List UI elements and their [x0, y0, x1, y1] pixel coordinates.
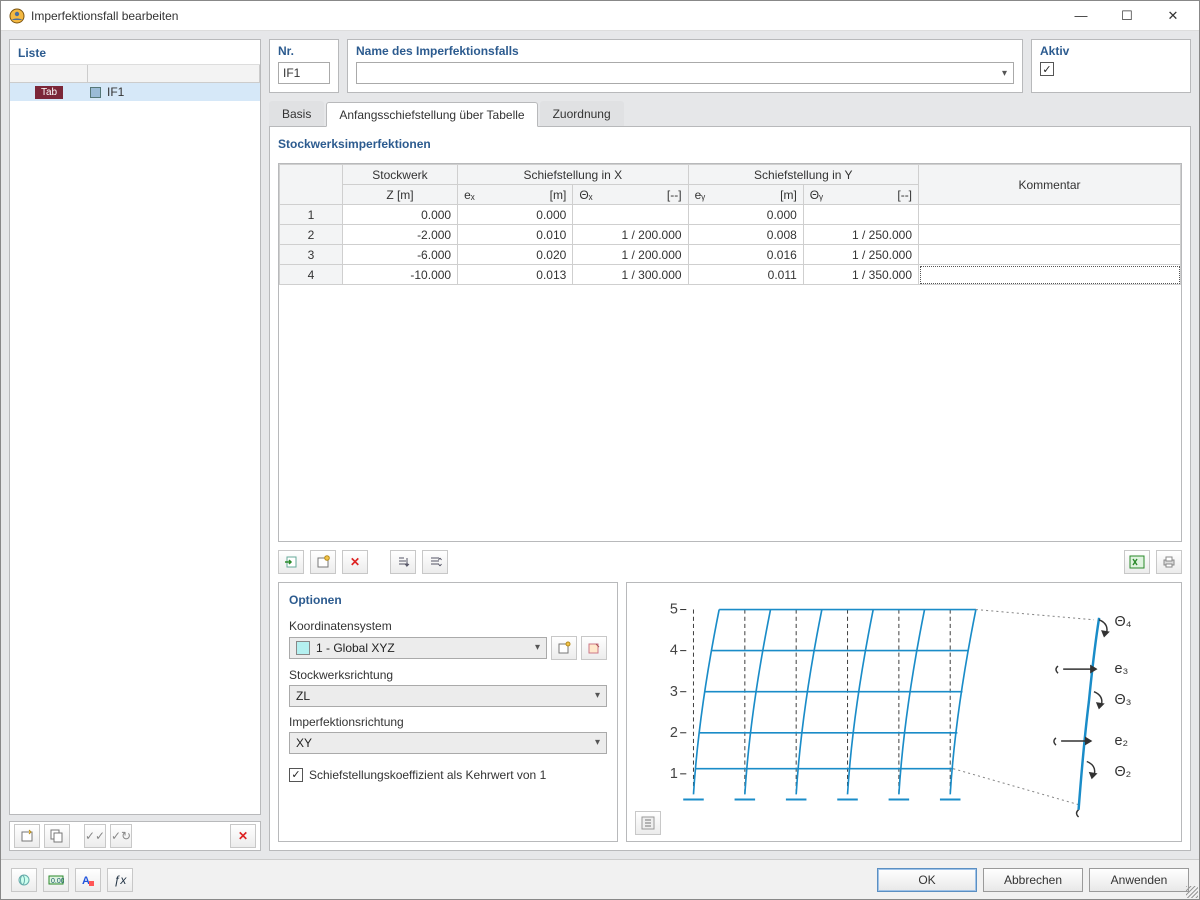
close-icon[interactable]: ✕ [1159, 8, 1187, 24]
check-all-button[interactable]: ✓✓ [84, 824, 106, 848]
import-button[interactable] [278, 550, 304, 574]
chevron-down-icon: ▾ [535, 642, 540, 653]
sort-down-button[interactable] [390, 550, 416, 574]
imp-dir-combo[interactable]: XY▾ [289, 732, 607, 754]
titlebar: Imperfektionsfall bearbeiten ― ☐ ✕ [1, 1, 1199, 31]
dialog-window: Imperfektionsfall bearbeiten ― ☐ ✕ Liste… [0, 0, 1200, 900]
svg-text:5: 5 [670, 601, 678, 617]
minimize-icon[interactable]: ― [1067, 8, 1095, 24]
new-coord-button[interactable] [551, 636, 577, 660]
tab-chip: Tab [35, 86, 63, 99]
delete-row-button[interactable]: ✕ [342, 550, 368, 574]
nr-label: Nr. [278, 44, 330, 58]
tab-assignment[interactable]: Zuordnung [540, 101, 624, 126]
fx-button[interactable]: ƒx [107, 868, 133, 892]
new-item-button[interactable] [14, 824, 40, 848]
svg-text:4: 4 [670, 642, 678, 658]
table-row[interactable]: 2-2.0000.0101 / 200.0000.0081 / 250.000 [280, 225, 1181, 245]
col-ey: eᵧ[m] [688, 185, 803, 205]
tab-table[interactable]: Anfangsschiefstellung über Tabelle [326, 102, 537, 127]
svg-text:0.00: 0.00 [51, 878, 64, 885]
svg-text:3: 3 [670, 683, 678, 699]
col-schief-y: Schiefstellung in Y [688, 165, 918, 185]
svg-text:Θ₂: Θ₂ [1115, 763, 1132, 779]
col-ex: eₓ[m] [458, 185, 573, 205]
diagram-settings-button[interactable] [635, 811, 661, 835]
table-row[interactable]: 3-6.0000.0201 / 200.0000.0161 / 250.000 [280, 245, 1181, 265]
imperfection-diagram: 5 4 3 2 1 [637, 589, 1171, 835]
svg-text:2: 2 [670, 724, 678, 740]
window-title: Imperfektionsfall bearbeiten [31, 9, 1067, 23]
apply-button[interactable]: Anwenden [1089, 868, 1189, 892]
table-row[interactable]: 10.0000.0000.000 [280, 205, 1181, 225]
delete-item-button[interactable]: ✕ [230, 824, 256, 848]
print-button[interactable] [1156, 550, 1182, 574]
chevron-down-icon: ▾ [998, 68, 1011, 79]
svg-text:e₂: e₂ [1115, 733, 1129, 749]
sort-updown-button[interactable] [422, 550, 448, 574]
col-schief-x: Schiefstellung in X [458, 165, 688, 185]
storey-dir-combo[interactable]: ZL▾ [289, 685, 607, 707]
svg-text:A: A [82, 875, 90, 887]
list-body: Tab IF1 [10, 64, 260, 814]
name-combo[interactable]: ▾ [356, 62, 1014, 84]
list-item[interactable]: Tab IF1 [10, 83, 260, 101]
coord-label: Koordinatensystem [289, 619, 607, 633]
reciprocal-checkbox[interactable]: ✓ [289, 768, 303, 782]
aktiv-label: Aktiv [1040, 44, 1182, 58]
help-button[interactable] [11, 868, 37, 892]
ok-button[interactable]: OK [877, 868, 977, 892]
edit-coord-button[interactable] [581, 636, 607, 660]
chevron-down-icon: ▾ [595, 690, 600, 701]
section-header: Stockwerksimperfektionen [278, 135, 1182, 155]
diagram-box: 5 4 3 2 1 [626, 582, 1182, 842]
col-thetax: Θₓ[--] [573, 185, 688, 205]
tab-basis[interactable]: Basis [269, 101, 324, 126]
app-icon [9, 8, 25, 24]
cancel-button[interactable]: Abbrechen [983, 868, 1083, 892]
svg-text:e₃: e₃ [1115, 661, 1129, 677]
svg-text:Θ₄: Θ₄ [1115, 614, 1132, 630]
chevron-down-icon: ▾ [595, 737, 600, 748]
col-kommentar: Kommentar [919, 165, 1181, 205]
item-color-icon [90, 87, 101, 98]
table-row[interactable]: 4-10.0000.0131 / 300.0000.0111 / 350.000 [280, 265, 1181, 285]
coord-color-icon [296, 641, 310, 655]
new-row-button[interactable] [310, 550, 336, 574]
options-box: Optionen Koordinatensystem 1 - Global XY… [278, 582, 618, 842]
list-toolbar: ✓✓ ✓↻ ✕ [9, 821, 261, 851]
col-thetay: Θᵧ[--] [803, 185, 918, 205]
excel-export-button[interactable] [1124, 550, 1150, 574]
col-stockwerk: Stockwerk [342, 165, 457, 185]
refresh-check-button[interactable]: ✓↻ [110, 824, 132, 848]
aktiv-checkbox[interactable]: ✓ [1040, 62, 1054, 76]
options-header: Optionen [289, 591, 607, 611]
list-item-label: IF1 [107, 85, 124, 99]
footer: 0.00 A ƒx OK Abbrechen Anwenden [1, 859, 1199, 899]
imp-dir-label: Imperfektionsrichtung [289, 715, 607, 729]
maximize-icon[interactable]: ☐ [1113, 8, 1141, 24]
coord-combo[interactable]: 1 - Global XYZ ▾ [289, 637, 547, 659]
tabs: Basis Anfangsschiefstellung über Tabelle… [269, 101, 1191, 127]
copy-item-button[interactable] [44, 824, 70, 848]
name-label: Name des Imperfektionsfalls [356, 44, 1014, 58]
storey-dir-label: Stockwerksrichtung [289, 668, 607, 682]
col-z: Z [m] [342, 185, 457, 205]
font-button[interactable]: A [75, 868, 101, 892]
svg-text:Θ₃: Θ₃ [1115, 692, 1132, 708]
units-button[interactable]: 0.00 [43, 868, 69, 892]
svg-text:1: 1 [670, 765, 678, 781]
imperfection-table[interactable]: Stockwerk Schiefstellung in X Schiefstel… [279, 164, 1181, 285]
resize-grip[interactable] [1186, 886, 1198, 898]
nr-input[interactable]: IF1 [278, 62, 330, 84]
reciprocal-label: Schiefstellungskoeffizient als Kehrwert … [309, 768, 546, 782]
list-header: Liste [10, 40, 260, 64]
